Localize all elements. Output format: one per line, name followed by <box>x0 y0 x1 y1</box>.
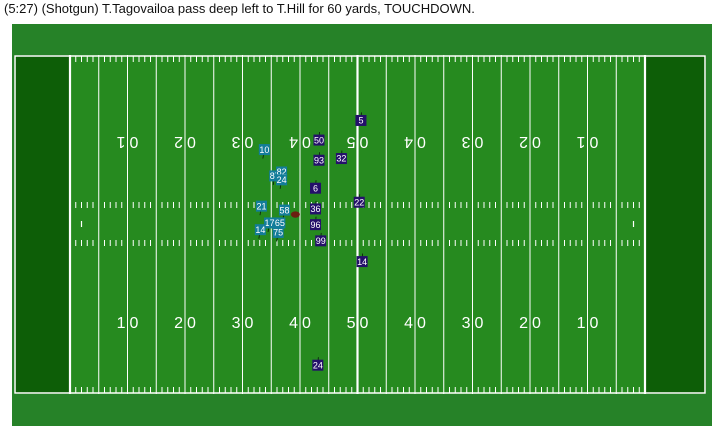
player-number: 5 <box>358 116 363 126</box>
yard-number-digit: 0 <box>475 315 484 332</box>
player-number: 21 <box>256 201 266 211</box>
player-number: 58 <box>279 205 289 215</box>
yard-number-digit: 5 <box>347 133 356 150</box>
yard-number-digit: 0 <box>532 133 541 150</box>
yard-number-digit: 2 <box>174 315 183 332</box>
playing-surface <box>14 55 706 394</box>
football <box>290 211 300 218</box>
yard-number-digit: 0 <box>532 315 541 332</box>
yard-number-digit: 4 <box>289 315 298 332</box>
player-number: 75 <box>273 228 283 238</box>
player-number: 6 <box>313 183 318 193</box>
yard-number-digit: 0 <box>590 315 599 332</box>
yard-number-digit: 3 <box>462 315 471 332</box>
yard-number-digit: 0 <box>589 133 598 150</box>
player-number: 24 <box>313 360 323 370</box>
yard-number-digit: 0 <box>417 315 426 332</box>
yard-number-digit: 1 <box>117 315 126 332</box>
yard-number-digit: 2 <box>519 315 528 332</box>
yard-number-digit: 3 <box>462 133 471 150</box>
yard-number-digit: 0 <box>302 315 311 332</box>
player-number: 96 <box>311 220 321 230</box>
player-number: 65 <box>275 218 285 228</box>
yard-number-digit: 2 <box>519 133 528 150</box>
yard-number-digit: 0 <box>187 133 196 150</box>
yard-number-digit: 0 <box>359 133 368 150</box>
endzone-left <box>14 55 70 394</box>
yard-number-digit: 0 <box>302 133 311 150</box>
yard-number-digit: 0 <box>130 315 139 332</box>
yard-number-digit: 1 <box>577 315 586 332</box>
player-number: 99 <box>316 236 326 246</box>
player-number: 50 <box>314 135 324 145</box>
yard-number-digit: 0 <box>360 315 369 332</box>
yard-number-digit: 4 <box>289 133 298 150</box>
yard-number-digit: 0 <box>187 315 196 332</box>
yard-number-digit: 0 <box>474 133 483 150</box>
yard-number-digit: 0 <box>417 133 426 150</box>
football-field: 1 01 02 02 03 03 04 04 05 05 04 04 03 03 02 02 01 01 0 108… <box>12 24 712 426</box>
yard-number-digit: 5 <box>347 315 356 332</box>
field-markings <box>14 55 706 394</box>
player-number: 32 <box>336 154 346 164</box>
yard-number-digit: 4 <box>404 133 413 150</box>
yard-number-digit: 0 <box>245 315 254 332</box>
yard-number-digit: 3 <box>232 315 241 332</box>
endzone-right <box>645 55 706 394</box>
player-number: 93 <box>314 155 324 165</box>
player-number: 17 <box>265 218 275 228</box>
yard-number-digit: 3 <box>232 133 241 150</box>
player-number: 14 <box>357 257 367 267</box>
player-number: 24 <box>277 175 287 185</box>
player-number: 22 <box>354 197 364 207</box>
yard-number-digit: 0 <box>129 133 138 150</box>
yard-number-digit: 2 <box>174 133 183 150</box>
yard-number-digit: 1 <box>577 133 586 150</box>
yard-number-digit: 1 <box>117 133 126 150</box>
player-number: 36 <box>311 204 321 214</box>
yard-number-digit: 0 <box>244 133 253 150</box>
yard-number-digit: 4 <box>404 315 413 332</box>
player-number: 14 <box>255 225 265 235</box>
player-number: 10 <box>259 145 269 155</box>
